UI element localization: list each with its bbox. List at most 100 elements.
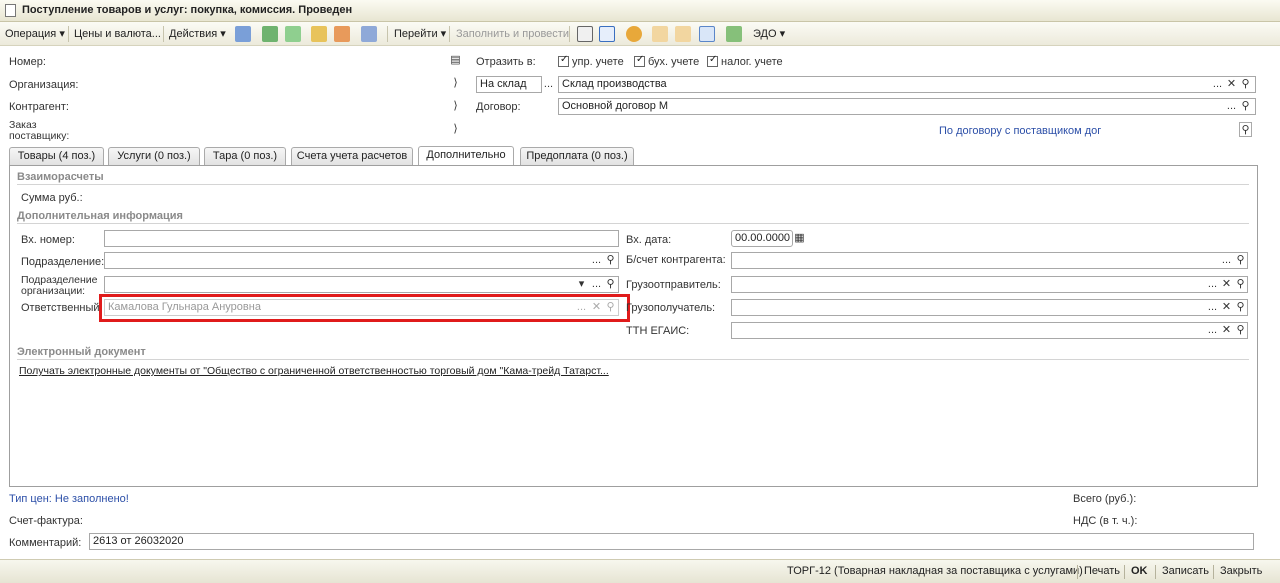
document-icon [5,4,16,17]
section-divider [17,223,1249,224]
number-field-icon[interactable]: ▤ [449,53,462,68]
tab-containers[interactable]: Тара (0 поз.) [204,147,286,165]
section-divider [17,359,1249,360]
checkbox-buh[interactable] [634,54,645,67]
org-subdivision-field[interactable] [104,276,619,293]
warehouse-type-select-button[interactable]: ... [542,77,555,92]
consignee-select-button[interactable]: ... [1206,300,1219,315]
org-subdivision-search-icon[interactable]: ⚲ [604,277,617,292]
close-button[interactable]: Закрыть [1220,565,1262,577]
order-select-button[interactable]: ⟩ [449,122,462,137]
checkbox-buh-label: бух. учете [648,56,700,68]
contractor-account-field[interactable] [731,252,1248,269]
save-icon[interactable] [235,26,251,42]
shipper-select-button[interactable]: ... [1206,277,1219,292]
save-button[interactable]: Записать [1162,565,1209,577]
tab-settlement-accounts[interactable]: Счета учета расчетов [291,147,413,165]
toolbar-separator [387,26,388,42]
by-contract-search-icon[interactable]: ⚲ [1239,122,1252,137]
calendar-icon[interactable]: ▦ [793,231,806,246]
statusbar-separator [1155,565,1156,579]
statusbar-separator [1213,565,1214,579]
refresh-icon[interactable] [285,26,301,42]
consignee-search-icon[interactable]: ⚲ [1234,300,1247,315]
warehouse-clear-icon[interactable]: ✕ [1225,77,1238,92]
org-subdivision-dropdown-icon[interactable]: ▾ [575,277,588,292]
settings-list-icon[interactable] [599,26,615,42]
price-type-link[interactable]: Тип цен: Не заполнено! [9,493,129,505]
goto-menu[interactable]: Перейти ▾ [394,26,446,42]
toolbar-separator [68,26,69,42]
contractor-account-search-icon[interactable]: ⚲ [1234,253,1247,268]
in-number-field[interactable] [104,230,619,247]
contractor-label: Контрагент: [9,101,69,113]
shipper-search-icon[interactable]: ⚲ [1234,277,1247,292]
toolbar-separator [449,26,450,42]
warehouse-field[interactable]: Склад производства [558,76,1256,93]
contract-select-button[interactable]: ... [1225,99,1238,114]
checkbox-nalog-label: налог. учете [721,56,783,68]
comment-field[interactable]: 2613 от 26032020 [89,533,1254,550]
ttn-egais-clear-icon[interactable]: ✕ [1220,323,1233,338]
warehouse-type-field[interactable]: На склад [476,76,542,93]
by-contract-link[interactable]: По договору с поставщиком дог [939,125,1101,137]
contractor-account-select-button[interactable]: ... [1220,253,1233,268]
subdivision-select-button[interactable]: ... [590,253,603,268]
ttn-egais-field[interactable] [731,322,1248,339]
prices-currency-button[interactable]: Цены и валюта... [74,26,161,42]
contract-field[interactable]: Основной договор М [558,98,1256,115]
post-icon[interactable] [262,26,278,42]
structure-toggle-icon[interactable] [699,26,715,42]
help-icon[interactable] [626,26,642,42]
exchange-icon[interactable] [726,26,742,42]
reflect-in-label: Отразить в: [476,56,536,68]
in-date-field[interactable]: 00.00.0000 [731,230,793,247]
invoice-redacted [86,511,434,531]
contractor-select-button[interactable]: ⟩ [449,99,462,114]
checkbox-nalog[interactable] [707,54,718,67]
responsible-label: Ответственный: [21,302,103,314]
org-subdivision-label: Подразделение организации: [21,274,98,297]
list-icon[interactable] [577,26,593,42]
warehouse-search-icon[interactable]: ⚲ [1239,77,1252,92]
paste-icon[interactable] [334,26,350,42]
highlight-box [99,294,630,322]
dt-kt-tax-icon[interactable] [675,26,691,42]
edoc-link[interactable]: Получать электронные документы от "Общес… [19,365,609,377]
subdivision-field[interactable] [104,252,619,269]
consignee-field[interactable] [731,299,1248,316]
shipper-field[interactable] [731,276,1248,293]
fill-and-post-button[interactable]: Заполнить и провести [456,26,569,42]
tab-goods[interactable]: Товары (4 поз.) [9,147,104,165]
organization-select-button[interactable]: ⟩ [449,76,462,91]
consignee-clear-icon[interactable]: ✕ [1220,300,1233,315]
ok-button[interactable]: OK [1131,565,1148,577]
checkbox-upr[interactable] [558,54,569,67]
dt-kt-icon[interactable] [652,26,668,42]
edo-menu[interactable]: ЭДО ▾ [753,26,785,42]
tab-services[interactable]: Услуги (0 поз.) [108,147,200,165]
subdivision-search-icon[interactable]: ⚲ [604,253,617,268]
statusbar: ТОРГ-12 (Товарная накладная за поставщик… [0,559,1280,583]
contract-search-icon[interactable]: ⚲ [1239,99,1252,114]
consignee-label: Грузополучатель: [626,302,716,314]
torg12-button[interactable]: ТОРГ-12 (Товарная накладная за поставщик… [787,565,1083,577]
ttn-egais-search-icon[interactable]: ⚲ [1234,323,1247,338]
warehouse-select-button[interactable]: ... [1211,77,1224,92]
section-divider [17,184,1249,185]
org-subdivision-select-button[interactable]: ... [590,277,603,292]
shipper-label: Грузоотправитель: [626,279,721,291]
copy-icon[interactable] [311,26,327,42]
settlements-section-title: Взаиморасчеты [17,171,104,183]
structure-icon[interactable] [361,26,377,42]
number-label: Номер: [9,56,46,68]
operation-menu[interactable]: Операция ▾ [5,26,65,42]
shipper-clear-icon[interactable]: ✕ [1220,277,1233,292]
actions-menu[interactable]: Действия ▾ [169,26,226,42]
redacted-header-fields [82,48,452,140]
print-button[interactable]: Печать [1084,565,1120,577]
tab-prepayment[interactable]: Предоплата (0 поз.) [520,147,634,165]
tab-additional[interactable]: Дополнительно [418,146,514,165]
toolbar: Операция ▾ Цены и валюта... Действия ▾ П… [0,22,1280,46]
ttn-egais-select-button[interactable]: ... [1206,323,1219,338]
